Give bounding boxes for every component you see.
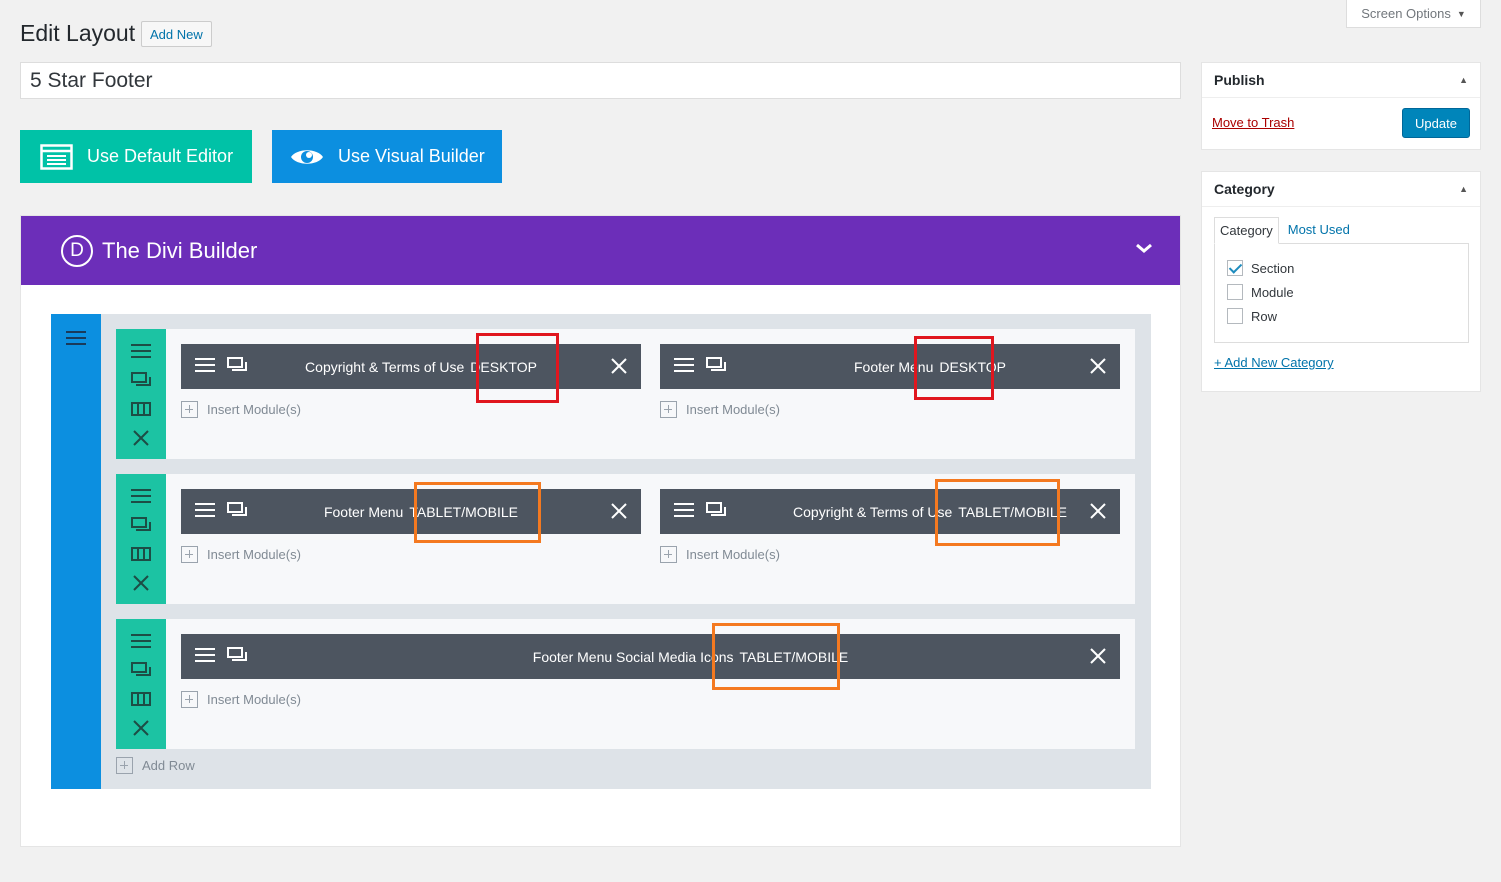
publish-box: Publish ▲ Move to Trash Update xyxy=(1201,62,1481,150)
divi-logo-icon: D xyxy=(61,234,93,267)
module-name: Copyright & Terms of Use xyxy=(305,358,465,375)
editor-icon xyxy=(40,143,73,170)
move-to-trash-link[interactable]: Move to Trash xyxy=(1212,115,1294,130)
tab-category[interactable]: Category xyxy=(1214,217,1279,244)
tab-most-used[interactable]: Most Used xyxy=(1279,217,1359,244)
columns-icon[interactable] xyxy=(131,689,151,708)
highlight-box xyxy=(935,479,1060,546)
divi-row[interactable]: Footer Menu Social Media Icons TABLET/MO… xyxy=(116,619,1135,749)
module-footer-menu-desktop[interactable]: Footer Menu DESKTOP xyxy=(660,344,1120,389)
plus-icon xyxy=(116,757,133,774)
divi-builder-header: D The Divi Builder xyxy=(21,216,1180,285)
add-row-link[interactable]: Add Row xyxy=(116,757,195,774)
close-icon[interactable] xyxy=(1090,358,1106,374)
eye-icon xyxy=(291,149,323,164)
add-new-category-link[interactable]: + Add New Category xyxy=(1214,355,1334,370)
duplicate-icon[interactable] xyxy=(131,660,151,679)
module-name: Footer Menu Social Media Icons xyxy=(532,648,734,665)
insert-module-link[interactable]: Insert Module(s) xyxy=(660,401,780,418)
section-settings-bar[interactable] xyxy=(51,314,101,789)
hamburger-icon[interactable] xyxy=(131,341,151,360)
close-icon[interactable] xyxy=(611,503,627,519)
highlight-box xyxy=(914,336,994,400)
plus-icon xyxy=(660,401,677,418)
category-box: Category ▲ Category Most Used Section Mo… xyxy=(1201,171,1481,392)
highlight-box xyxy=(414,482,541,543)
plus-icon xyxy=(660,546,677,563)
category-header[interactable]: Category ▲ xyxy=(1202,172,1480,207)
category-list: Section Module Row xyxy=(1214,243,1469,343)
columns-icon[interactable] xyxy=(131,399,151,418)
duplicate-icon[interactable] xyxy=(131,515,151,534)
insert-module-link[interactable]: Insert Module(s) xyxy=(181,691,301,708)
use-default-editor-button[interactable]: Use Default Editor xyxy=(20,130,252,183)
columns-icon[interactable] xyxy=(131,544,151,563)
insert-module-label: Insert Module(s) xyxy=(686,402,780,417)
post-title-input[interactable]: 5 Star Footer xyxy=(20,62,1181,99)
hamburger-icon[interactable] xyxy=(131,631,151,650)
screen-options-label: Screen Options xyxy=(1361,6,1451,21)
insert-module-link[interactable]: Insert Module(s) xyxy=(181,546,301,563)
close-icon[interactable] xyxy=(133,718,149,737)
caret-down-icon: ▼ xyxy=(1456,8,1466,19)
row-settings-bar xyxy=(116,329,166,459)
category-item-row[interactable]: Row xyxy=(1227,304,1456,328)
row-settings-bar xyxy=(116,474,166,604)
category-tabs: Category Most Used xyxy=(1214,217,1359,244)
module-name: Copyright & Terms of Use xyxy=(793,503,953,520)
close-icon[interactable] xyxy=(133,573,149,592)
category-item-module[interactable]: Module xyxy=(1227,280,1456,304)
checkbox-checked[interactable] xyxy=(1227,260,1243,276)
category-title: Category xyxy=(1214,181,1275,197)
collapse-arrow-icon[interactable]: ▲ xyxy=(1459,184,1468,194)
insert-module-link[interactable]: Insert Module(s) xyxy=(181,401,301,418)
close-icon[interactable] xyxy=(611,358,627,374)
plus-icon xyxy=(181,691,198,708)
divi-builder-title: The Divi Builder xyxy=(102,237,258,263)
use-default-editor-label: Use Default Editor xyxy=(87,146,234,166)
module-copyright-desktop[interactable]: Copyright & Terms of Use DESKTOP xyxy=(181,344,641,389)
plus-icon xyxy=(181,546,198,563)
add-new-button[interactable]: Add New xyxy=(141,21,212,47)
module-footer-menu-mobile[interactable]: Footer Menu TABLET/MOBILE xyxy=(181,489,641,534)
row-settings-bar xyxy=(116,619,166,749)
add-row-label: Add Row xyxy=(142,758,195,773)
close-icon[interactable] xyxy=(133,428,149,447)
insert-module-label: Insert Module(s) xyxy=(207,547,301,562)
module-name: Footer Menu xyxy=(323,503,404,520)
category-item-label: Section xyxy=(1251,260,1295,276)
close-icon[interactable] xyxy=(1090,648,1106,664)
chevron-down-icon[interactable] xyxy=(1134,238,1154,258)
category-item-label: Module xyxy=(1251,284,1294,300)
highlight-box xyxy=(712,623,840,690)
collapse-arrow-icon[interactable]: ▲ xyxy=(1459,75,1468,85)
close-icon[interactable] xyxy=(1090,503,1106,519)
insert-module-label: Insert Module(s) xyxy=(207,692,301,707)
module-social-icons-mobile[interactable]: Footer Menu Social Media Icons TABLET/MO… xyxy=(181,634,1120,679)
insert-module-link[interactable]: Insert Module(s) xyxy=(660,546,780,563)
insert-module-label: Insert Module(s) xyxy=(207,402,301,417)
update-button[interactable]: Update xyxy=(1402,108,1470,138)
use-visual-builder-button[interactable]: Use Visual Builder xyxy=(272,130,502,183)
publish-header[interactable]: Publish ▲ xyxy=(1202,63,1480,98)
plus-icon xyxy=(181,401,198,418)
screen-options-button[interactable]: Screen Options ▼ xyxy=(1346,0,1481,28)
category-item-section[interactable]: Section xyxy=(1227,256,1456,280)
page-title: Edit Layout xyxy=(20,20,136,46)
hamburger-icon[interactable] xyxy=(66,330,86,346)
hamburger-icon[interactable] xyxy=(131,486,151,505)
insert-module-label: Insert Module(s) xyxy=(686,547,780,562)
category-item-label: Row xyxy=(1251,308,1278,324)
duplicate-icon[interactable] xyxy=(131,370,151,389)
highlight-box xyxy=(476,333,559,403)
checkbox[interactable] xyxy=(1227,284,1243,300)
use-visual-builder-label: Use Visual Builder xyxy=(338,146,485,166)
checkbox[interactable] xyxy=(1227,308,1243,324)
publish-title: Publish xyxy=(1214,72,1265,88)
